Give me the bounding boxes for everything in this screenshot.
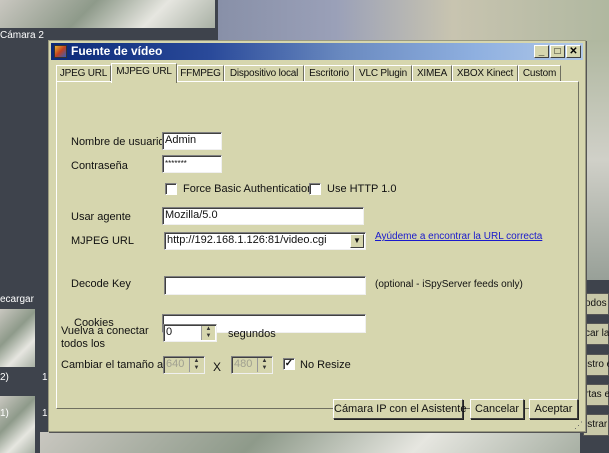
force-basic-auth-label[interactable]: Force Basic Authentication xyxy=(183,183,313,195)
tab-local-device[interactable]: Dispositivo local xyxy=(224,65,304,82)
user-agent-input[interactable]: Mozilla/5.0 xyxy=(162,207,364,225)
side-button[interactable]: car la xyxy=(583,323,609,345)
username-label: Nombre de usuario xyxy=(71,136,165,148)
tab-desktop[interactable]: Escritorio xyxy=(304,65,354,82)
reconnect-label: Vuelva a conectar xyxy=(61,325,149,337)
use-http10-checkbox[interactable] xyxy=(309,183,321,195)
username-input[interactable]: Admin xyxy=(162,132,222,150)
side-button[interactable]: istrar xyxy=(583,414,609,436)
tab-mjpeg-url[interactable]: MJPEG URL xyxy=(111,63,177,83)
camera-image-right xyxy=(586,40,609,280)
resize-label: Cambiar el tamaño a xyxy=(61,359,164,371)
app-icon xyxy=(54,45,67,58)
decode-key-label: Decode Key xyxy=(71,278,131,290)
reconnect-spinner[interactable]: 0 ▲ ▼ xyxy=(163,324,217,342)
thumbnail[interactable] xyxy=(0,309,35,367)
camera-image-top-right xyxy=(218,0,609,40)
chevron-down-icon[interactable]: ▼ xyxy=(350,234,364,248)
recargar-label[interactable]: ecargar xyxy=(0,294,34,305)
camera-label: Cámara 2 xyxy=(0,30,44,41)
spinner-arrows-icon[interactable]: ▲ ▼ xyxy=(257,358,271,372)
user-agent-label: Usar agente xyxy=(71,211,131,223)
resize-x-label: X xyxy=(213,360,222,374)
camera-wizard-button[interactable]: Cámara IP con el Asistente xyxy=(333,399,466,419)
resize-height-value: 480 xyxy=(234,358,253,370)
resize-width-value: 640 xyxy=(166,358,185,370)
tab-jpeg-url[interactable]: JPEG URL xyxy=(56,65,111,82)
minimize-button[interactable]: _ xyxy=(534,45,549,58)
force-basic-auth-checkbox[interactable] xyxy=(165,183,177,195)
resize-grip-icon[interactable]: ⋰ xyxy=(574,420,583,431)
tab-xbox-kinect[interactable]: XBOX Kinect xyxy=(452,65,518,82)
thumbnail[interactable] xyxy=(0,396,35,453)
side-button[interactable]: istro e xyxy=(583,354,609,376)
tab-ximea[interactable]: XIMEA xyxy=(412,65,452,82)
mjpeg-url-value: http://192.168.1.126:81/video.cgi xyxy=(167,234,327,246)
decode-key-note: (optional - iSpyServer feeds only) xyxy=(375,279,523,290)
mjpeg-url-label: MJPEG URL xyxy=(71,235,134,247)
spinner-arrows-icon[interactable]: ▲ ▼ xyxy=(201,326,215,340)
side-button[interactable]: rtas e xyxy=(583,384,609,406)
tab-ffmpeg[interactable]: FFMPEG xyxy=(177,65,224,82)
accept-button[interactable]: Aceptar xyxy=(529,399,578,419)
cancel-button[interactable]: Cancelar xyxy=(470,399,524,419)
camera-image-top-left xyxy=(0,0,215,28)
reconnect-unit: segundos xyxy=(228,328,276,340)
thumbnail-strip xyxy=(40,432,580,453)
thumb-label: 1 xyxy=(42,408,48,419)
thumb-label: 2) xyxy=(0,372,9,383)
mjpeg-url-combobox[interactable]: http://192.168.1.126:81/video.cgi ▼ xyxy=(164,232,366,250)
spinner-arrows-icon[interactable]: ▲ ▼ xyxy=(189,358,203,372)
side-button[interactable]: odos xyxy=(583,293,609,315)
resize-width-spinner[interactable]: 640 ▲ ▼ xyxy=(163,356,205,374)
no-resize-label[interactable]: No Resize xyxy=(300,359,351,371)
dialog-title: Fuente de vídeo xyxy=(71,44,163,58)
tab-bar: JPEG URL MJPEG URL FFMPEG Dispositivo lo… xyxy=(56,63,579,83)
reconnect-value: 0 xyxy=(166,326,173,338)
password-label: Contraseña xyxy=(71,160,128,172)
title-bar[interactable]: Fuente de vídeo _ □ ✕ xyxy=(51,43,583,60)
tab-vlc-plugin[interactable]: VLC Plugin xyxy=(354,65,412,82)
thumb-label: 1 xyxy=(42,372,48,383)
no-resize-checkbox[interactable]: ✓ xyxy=(283,358,295,370)
password-input[interactable]: ******* xyxy=(162,155,222,173)
close-button[interactable]: ✕ xyxy=(566,45,581,58)
decode-key-input[interactable] xyxy=(164,276,366,295)
maximize-button[interactable]: □ xyxy=(550,45,565,58)
video-source-dialog: Fuente de vídeo _ □ ✕ JPEG URL MJPEG URL… xyxy=(48,40,586,432)
tab-custom[interactable]: Custom xyxy=(518,65,561,82)
reconnect-label-2: todos los xyxy=(61,338,106,350)
resize-height-spinner[interactable]: 480 ▲ ▼ xyxy=(231,356,273,374)
find-url-help-link[interactable]: Ayúdeme a encontrar la URL correcta xyxy=(375,231,542,242)
use-http10-label[interactable]: Use HTTP 1.0 xyxy=(327,183,397,195)
thumb-label: 1) xyxy=(0,408,9,419)
